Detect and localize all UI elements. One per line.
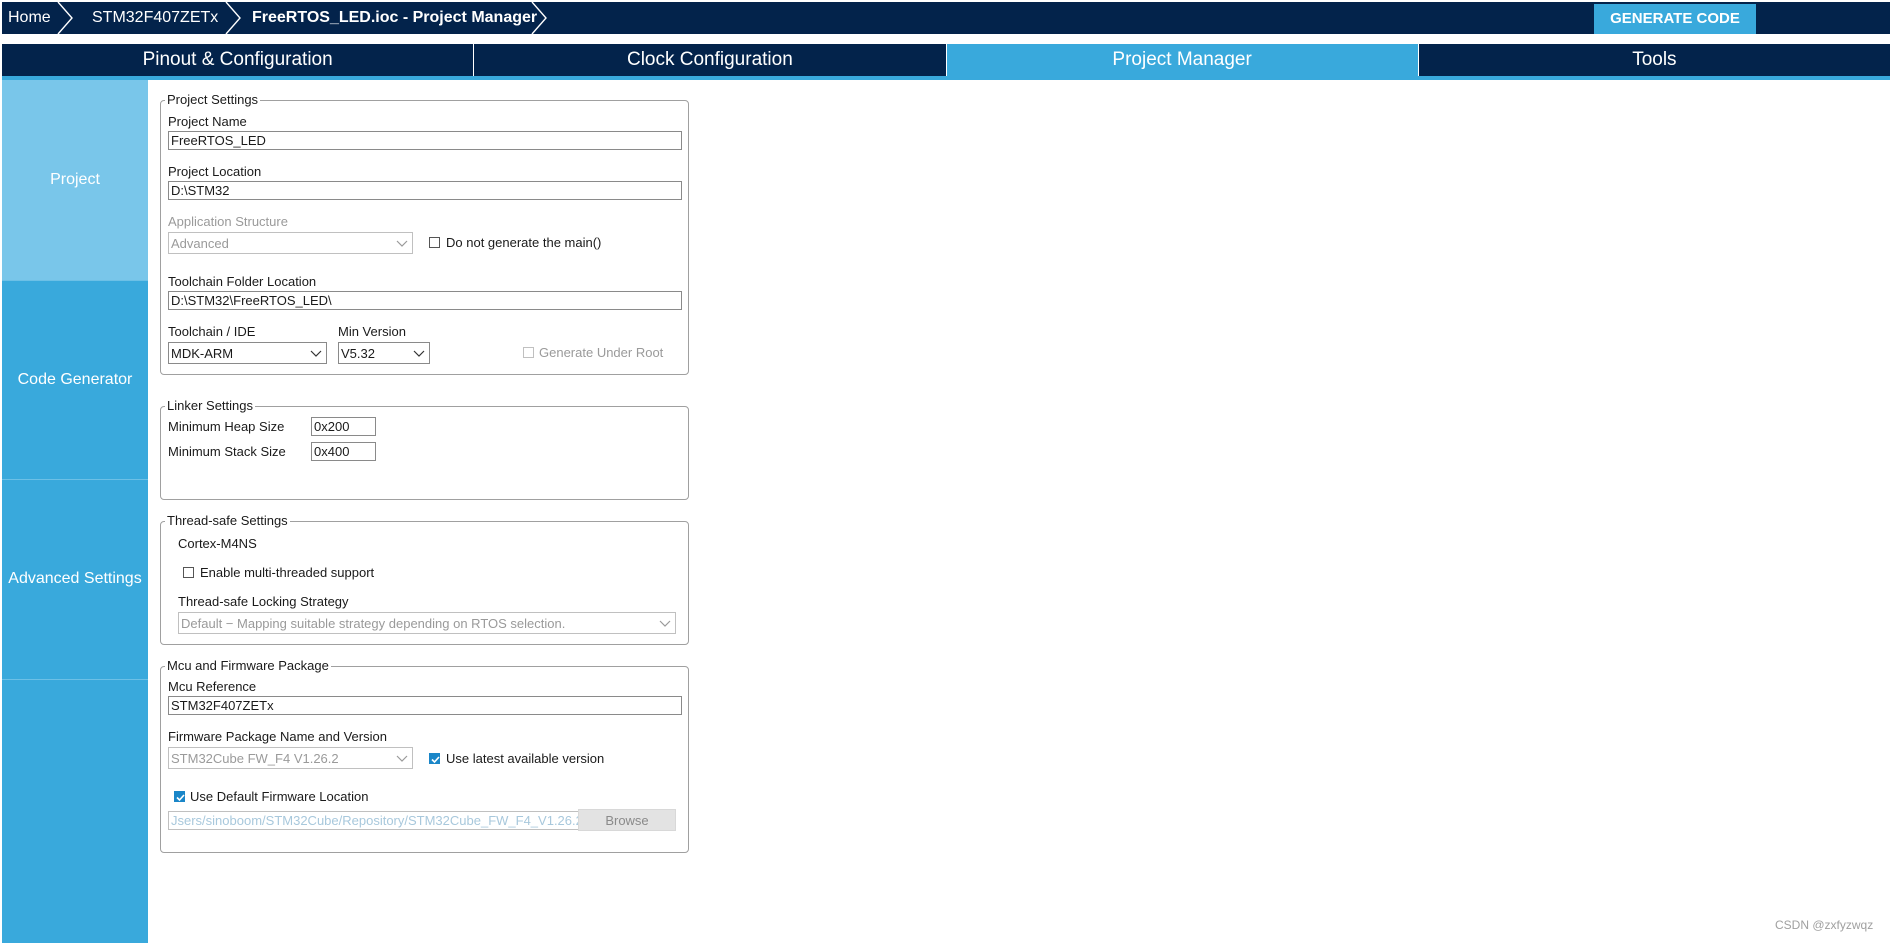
- check-icon: [431, 756, 440, 764]
- use-default-firmware-location-label: Use Default Firmware Location: [190, 789, 369, 804]
- min-version-value: V5.32: [341, 346, 375, 361]
- browse-button[interactable]: Browse: [578, 809, 676, 831]
- chevron-down-icon: [396, 240, 408, 247]
- application-structure-value: Advanced: [171, 236, 229, 251]
- sidebar-item-advanced-settings[interactable]: Advanced Settings: [2, 479, 148, 680]
- group-title: Project Settings: [165, 92, 261, 107]
- linker-settings-group: Linker Settings Minimum Heap Size 0x200 …: [160, 398, 689, 500]
- breadcrumb-separator-icon: [225, 2, 241, 34]
- toolchain-folder-input[interactable]: D:\STM32\FreeRTOS_LED\: [168, 291, 682, 310]
- sidebar-item-label: Code Generator: [17, 370, 133, 388]
- breadcrumb-bar: Home STM32F407ZETx FreeRTOS_LED.ioc - Pr…: [0, 0, 1892, 37]
- group-title: Linker Settings: [165, 398, 255, 413]
- tab-underline: [2, 76, 1890, 80]
- generate-code-button[interactable]: GENERATE CODE: [1594, 4, 1756, 34]
- breadcrumb-device[interactable]: STM32F407ZETx: [92, 2, 218, 34]
- firmware-package-select[interactable]: STM32Cube FW_F4 V1.26.2: [168, 747, 413, 769]
- mcu-firmware-group: Mcu and Firmware Package Mcu Reference S…: [160, 658, 689, 853]
- thread-safe-settings-group: Thread-safe Settings Cortex-M4NS Enable …: [160, 513, 689, 645]
- enable-multithreaded-checkbox[interactable]: [183, 567, 194, 578]
- tab-pinout-configuration[interactable]: Pinout & Configuration: [2, 44, 473, 76]
- mcu-reference-label: Mcu Reference: [168, 679, 257, 694]
- locking-strategy-label: Thread-safe Locking Strategy: [178, 594, 349, 609]
- firmware-package-value: STM32Cube FW_F4 V1.26.2: [171, 751, 339, 766]
- generate-under-root-label: Generate Under Root: [539, 345, 664, 360]
- toolchain-folder-label: Toolchain Folder Location: [168, 274, 317, 289]
- chevron-down-icon: [310, 350, 322, 357]
- do-not-generate-main-checkbox[interactable]: [429, 237, 440, 248]
- watermark: CSDN @zxfyzwqz: [1775, 918, 1874, 932]
- application-structure-label: Application Structure: [168, 214, 288, 229]
- tab-tools[interactable]: Tools: [1417, 44, 1890, 76]
- chevron-down-icon: [413, 350, 425, 357]
- sidebar-item-label: Advanced Settings: [8, 570, 142, 587]
- do-not-generate-main-label: Do not generate the main(): [446, 235, 602, 250]
- breadcrumb-current-file: FreeRTOS_LED.ioc - Project Manager: [252, 9, 538, 26]
- firmware-package-label: Firmware Package Name and Version: [168, 729, 387, 744]
- locking-strategy-select[interactable]: Default − Mapping suitable strategy depe…: [178, 612, 676, 634]
- toolchain-ide-value: MDK-ARM: [171, 346, 234, 361]
- minimum-stack-size-input[interactable]: 0x400: [311, 442, 376, 461]
- sidebar-item-code-generator[interactable]: Code Generator: [2, 280, 148, 480]
- use-default-firmware-location-checkbox[interactable]: [174, 791, 185, 802]
- enable-multithreaded-label: Enable multi-threaded support: [200, 565, 375, 580]
- chevron-down-icon: [659, 620, 671, 627]
- min-version-label: Min Version: [338, 324, 406, 339]
- toolchain-ide-select[interactable]: MDK-ARM: [168, 342, 327, 364]
- tab-clock-configuration[interactable]: Clock Configuration: [473, 44, 945, 76]
- use-latest-version-checkbox[interactable]: [429, 753, 440, 764]
- mcu-reference-input[interactable]: STM32F407ZETx: [168, 696, 682, 715]
- group-title: Thread-safe Settings: [165, 513, 290, 528]
- use-latest-version-label: Use latest available version: [446, 751, 605, 766]
- main-tabs: Pinout & Configuration Clock Configurati…: [2, 44, 1890, 76]
- chevron-down-icon: [396, 755, 408, 762]
- sidebar-item-label: Project: [50, 171, 100, 188]
- minimum-heap-size-label: Minimum Heap Size: [168, 419, 285, 434]
- check-icon: [176, 794, 185, 802]
- breadcrumb-home[interactable]: Home: [8, 2, 51, 34]
- project-settings-group: Project Settings Project Name FreeRTOS_L…: [160, 92, 689, 375]
- generate-under-root-checkbox[interactable]: [523, 347, 534, 358]
- tab-project-manager[interactable]: Project Manager: [945, 44, 1418, 76]
- min-version-select[interactable]: V5.32: [338, 342, 430, 364]
- minimum-heap-size-input[interactable]: 0x200: [311, 417, 376, 436]
- sidebar-item-project[interactable]: Project: [2, 80, 148, 281]
- core-name-label: Cortex-M4NS: [178, 536, 257, 551]
- breadcrumb: Home STM32F407ZETx FreeRTOS_LED.ioc - Pr…: [2, 2, 1890, 34]
- project-name-input[interactable]: FreeRTOS_LED: [168, 131, 682, 150]
- sidebar: Project Code Generator Advanced Settings: [2, 80, 148, 943]
- firmware-location-input[interactable]: Jsers/sinoboom/STM32Cube/Repository/STM3…: [168, 811, 582, 830]
- project-name-label: Project Name: [168, 114, 247, 129]
- breadcrumb-separator-icon: [57, 2, 73, 34]
- project-location-label: Project Location: [168, 164, 262, 179]
- toolchain-ide-label: Toolchain / IDE: [168, 324, 256, 339]
- breadcrumb-separator-icon: [531, 2, 547, 34]
- locking-strategy-value: Default − Mapping suitable strategy depe…: [181, 616, 566, 631]
- application-structure-select[interactable]: Advanced: [168, 232, 413, 254]
- group-title: Mcu and Firmware Package: [165, 658, 331, 673]
- project-location-input[interactable]: D:\STM32: [168, 181, 682, 200]
- minimum-stack-size-label: Minimum Stack Size: [168, 444, 286, 459]
